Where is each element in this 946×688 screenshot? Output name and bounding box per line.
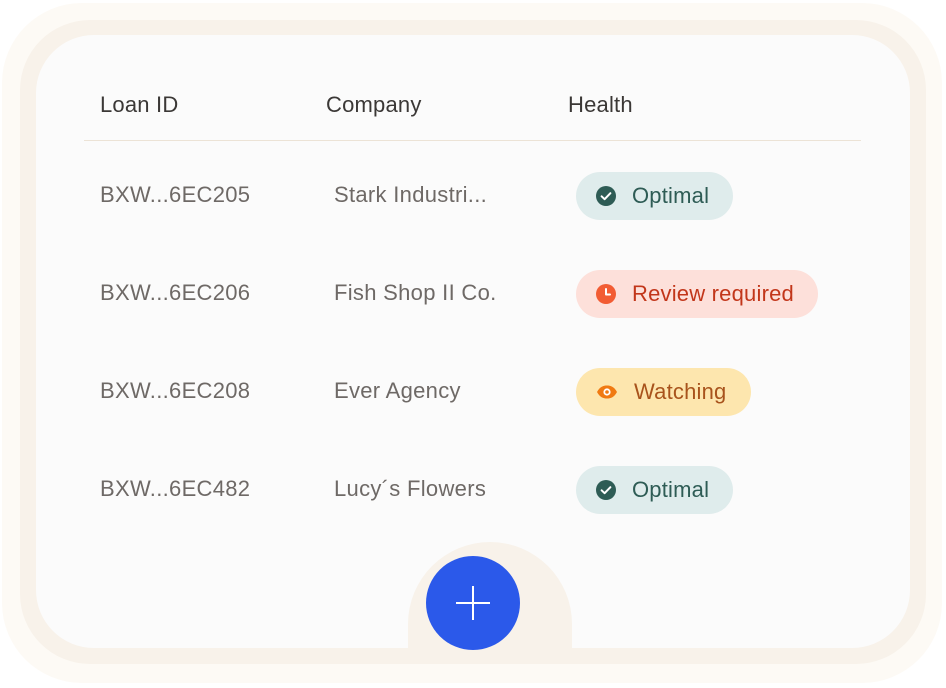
clock-icon xyxy=(596,284,616,304)
status-badge-label: Watching xyxy=(634,379,727,404)
status-badge-label: Review required xyxy=(632,281,794,306)
header-loan-id: Loan ID xyxy=(100,92,179,117)
eye-icon xyxy=(596,382,618,402)
header-health: Health xyxy=(568,92,633,117)
company-cell: Ever Agency xyxy=(334,378,461,403)
status-badge-label: Optimal xyxy=(632,183,710,208)
check-circle-icon xyxy=(596,480,616,500)
header-divider xyxy=(84,140,861,141)
company-cell: Lucy´s Flowers xyxy=(334,476,487,501)
status-badge: Review required xyxy=(576,270,818,318)
status-badge: Watching xyxy=(576,368,751,416)
loan-id-cell: BXW...6EC208 xyxy=(100,378,251,403)
status-badge: Optimal xyxy=(576,466,734,514)
header-company: Company xyxy=(326,92,422,117)
plus-icon xyxy=(456,586,490,620)
status-badge: Optimal xyxy=(576,172,734,220)
loan-id-cell: BXW...6EC205 xyxy=(100,182,251,207)
loan-id-cell: BXW...6EC482 xyxy=(100,476,251,501)
status-badge-label: Optimal xyxy=(632,477,710,502)
check-circle-icon xyxy=(596,186,616,206)
company-cell: Stark Industri... xyxy=(334,182,488,207)
add-loan-button[interactable] xyxy=(426,556,520,650)
loan-id-cell: BXW...6EC206 xyxy=(100,280,251,305)
company-cell: Fish Shop II Co. xyxy=(334,280,497,305)
